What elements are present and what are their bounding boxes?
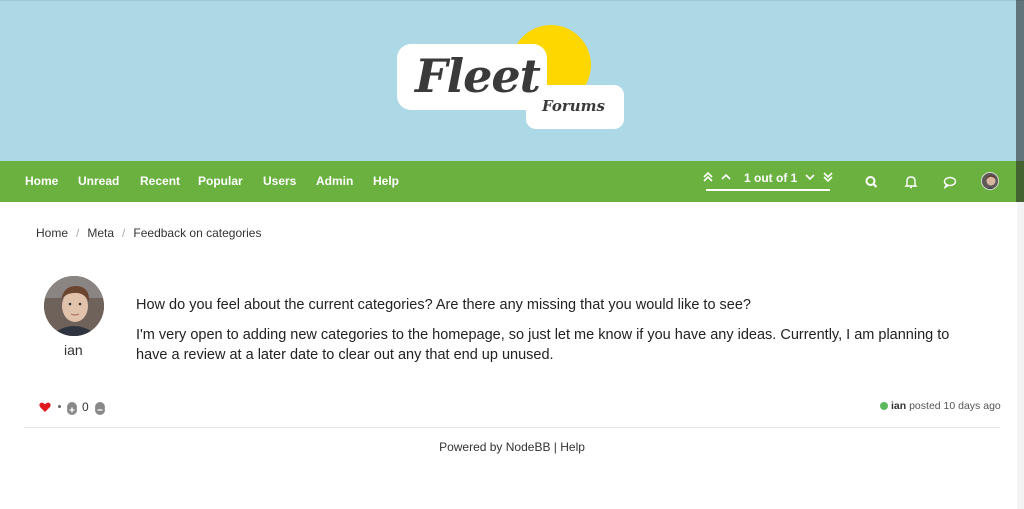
bell-icon[interactable] <box>902 173 920 191</box>
post-paragraph: How do you feel about the current catego… <box>136 297 751 313</box>
heart-icon[interactable] <box>39 400 51 418</box>
chat-icon[interactable] <box>941 173 959 191</box>
site-header: Fleet Forums <box>0 0 1024 161</box>
nav-unread[interactable]: Unread <box>78 174 119 188</box>
site-logo[interactable]: Fleet Forums <box>397 25 625 131</box>
nav-help[interactable]: Help <box>373 174 399 188</box>
breadcrumb-home[interactable]: Home <box>36 226 68 240</box>
user-avatar[interactable] <box>981 172 999 190</box>
post-paragraph: I'm very open to adding new categories t… <box>136 327 950 363</box>
breadcrumb-separator: / <box>122 226 126 240</box>
logo-title: Fleet <box>415 49 541 103</box>
search-icon[interactable] <box>863 173 881 191</box>
breadcrumb-separator: / <box>76 226 80 240</box>
vote-count: 0 <box>82 400 89 414</box>
scrollbar-track[interactable] <box>1017 202 1024 509</box>
last-page-icon[interactable] <box>823 171 833 186</box>
pager-count[interactable]: 1 out of 1 <box>744 171 797 185</box>
post-pager: 1 out of 1 <box>703 161 833 202</box>
nav-popular[interactable]: Popular <box>198 174 243 188</box>
next-page-icon[interactable] <box>805 171 815 186</box>
nav-admin[interactable]: Admin <box>316 174 353 188</box>
post-meta-time[interactable]: posted 10 days ago <box>909 400 1001 412</box>
window-edge-shadow <box>1016 0 1024 202</box>
breadcrumb-meta[interactable]: Meta <box>87 226 114 240</box>
breadcrumb-current: Feedback on categories <box>133 226 262 240</box>
first-page-icon[interactable] <box>703 171 713 186</box>
pager-progress-bar <box>706 189 830 191</box>
post-author-name[interactable]: ian <box>64 342 83 358</box>
post-meta-author[interactable]: ian <box>891 400 906 412</box>
site-footer: Powered by NodeBB | Help <box>439 440 585 454</box>
breadcrumb: Home / Meta / Feedback on categories <box>36 226 261 240</box>
upvote-icon[interactable] <box>67 402 77 415</box>
divider <box>24 427 1000 428</box>
nav-users[interactable]: Users <box>263 174 296 188</box>
logo-subtitle: Forums <box>542 97 605 115</box>
downvote-icon[interactable] <box>95 402 105 415</box>
nav-recent[interactable]: Recent <box>140 174 180 188</box>
post-author-avatar[interactable] <box>44 276 104 336</box>
post-meta: ian posted 10 days ago <box>891 400 1001 412</box>
separator-dot <box>58 405 61 408</box>
online-status-dot <box>880 402 888 410</box>
nav-home[interactable]: Home <box>25 174 58 188</box>
prev-page-icon[interactable] <box>721 171 731 186</box>
